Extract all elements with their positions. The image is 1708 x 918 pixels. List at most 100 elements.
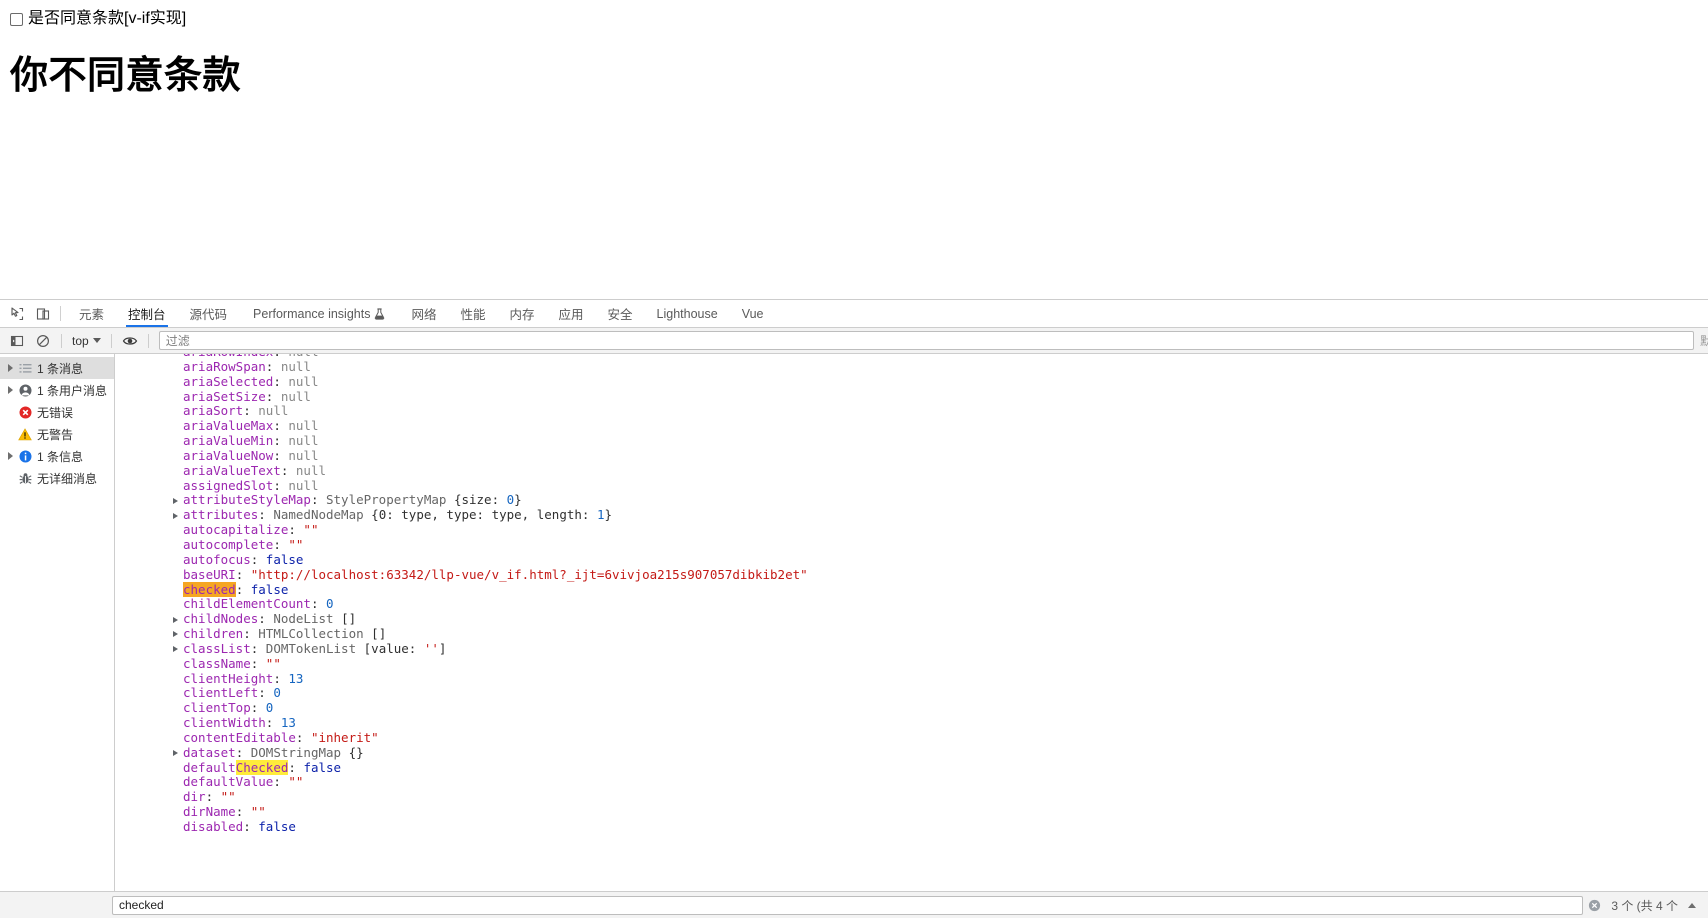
property-row[interactable]: classList: DOMTokenList [value: ''] (115, 640, 1708, 657)
property-row[interactable]: disabled: false (115, 819, 1708, 835)
expand-arrow-icon[interactable] (173, 627, 183, 642)
live-expression-eye-icon[interactable] (117, 329, 143, 353)
property-row[interactable]: childElementCount: 0 (115, 596, 1708, 612)
property-row[interactable]: className: "" (115, 656, 1708, 672)
console-scroller[interactable]: ariaRowIndex: nullariaRowSpan: nullariaS… (115, 354, 1708, 891)
expand-arrow-icon[interactable] (4, 386, 16, 394)
token: null (288, 433, 319, 449)
sidebar-item[interactable]: 1 条信息 (0, 445, 114, 467)
tab-源代码[interactable]: 源代码 (178, 300, 240, 327)
tab-performance-insights[interactable]: Performance insights (239, 300, 399, 327)
console-filter-toolbar: top 默 (0, 328, 1708, 354)
property-row[interactable]: attributeStyleMap: StylePropertyMap {siz… (115, 493, 1708, 508)
tab-label: 源代码 (189, 308, 228, 322)
token: : (273, 373, 289, 389)
tab-应用[interactable]: 应用 (547, 300, 596, 327)
property-text: attributes: NamedNodeMap {0: type, type:… (183, 507, 612, 523)
tab-网络[interactable]: 网络 (399, 300, 448, 327)
expand-arrow-icon[interactable] (173, 642, 183, 657)
property-row[interactable]: clientTop: 0 (115, 700, 1708, 716)
token: default (183, 759, 236, 775)
property-row[interactable]: childNodes: NodeList [] (115, 611, 1708, 627)
property-row[interactable]: ariaSetSize: null (115, 389, 1708, 405)
execution-context-selector[interactable]: top (67, 334, 106, 348)
devtools-panel: 元素 控制台 源代码 Performance insights 网络 性能 内存 应用 安全 Li… (0, 299, 1708, 918)
property-row[interactable]: contentEditable: "inherit" (115, 730, 1708, 746)
token: ] (438, 640, 447, 656)
sidebar-item[interactable]: 无详细消息 (0, 467, 114, 489)
token: children (183, 626, 244, 642)
property-row[interactable]: baseURI: "http://localhost:63342/llp-vue… (115, 566, 1708, 583)
sidebar-item[interactable]: 1 条用户消息 (0, 379, 114, 401)
expand-arrow-icon[interactable] (4, 452, 16, 460)
property-row[interactable]: autofocus: false (115, 552, 1708, 568)
expand-arrow-icon[interactable] (173, 493, 183, 508)
agree-terms-row[interactable]: 是否同意条款[v-if实现] (8, 8, 1700, 30)
close-icon[interactable] (1583, 899, 1605, 912)
property-row[interactable]: ariaSort: null (115, 403, 1708, 419)
log-levels-label[interactable]: 默 (1694, 332, 1708, 349)
arrow-spacer (173, 479, 183, 494)
clear-console-icon[interactable] (30, 329, 56, 353)
console-filter-input[interactable] (158, 331, 1694, 350)
token: 0 (326, 596, 334, 612)
property-row[interactable]: clientHeight: 13 (115, 671, 1708, 687)
chevron-up-icon[interactable] (1682, 902, 1702, 908)
console-log-pane[interactable]: ariaRowIndex: nullariaRowSpan: nullariaS… (115, 354, 1708, 891)
tab-元素[interactable]: 元素 (67, 300, 116, 327)
token: baseURI (183, 566, 236, 582)
tab-vue[interactable]: Vue (730, 300, 776, 327)
property-text: childElementCount: 0 (183, 596, 334, 612)
property-row[interactable]: ariaValueMin: null (115, 433, 1708, 449)
property-row[interactable]: ariaRowSpan: null (115, 359, 1708, 375)
tab-lighthouse[interactable]: Lighthouse (645, 300, 730, 327)
sidebar-item[interactable]: 无警告 (0, 423, 114, 445)
property-row[interactable]: clientLeft: 0 (115, 685, 1708, 701)
property-row[interactable]: dataset: DOMStringMap {} (115, 745, 1708, 761)
property-row[interactable]: children: HTMLCollection [] (115, 626, 1708, 642)
property-row[interactable]: ariaValueMax: null (115, 418, 1708, 434)
property-row[interactable]: ariaValueText: null (115, 463, 1708, 479)
tab-内存[interactable]: 内存 (498, 300, 547, 327)
tab-性能[interactable]: 性能 (448, 300, 497, 327)
filterbar-divider-1 (61, 333, 62, 348)
property-text: attributeStyleMap: StylePropertyMap {siz… (183, 493, 522, 508)
token: : (273, 774, 289, 790)
token: ariaSelected (183, 373, 274, 389)
token: null (258, 403, 289, 419)
console-sidebar-toggle-icon[interactable] (4, 329, 30, 353)
property-row[interactable]: autocomplete: "" (115, 537, 1708, 553)
property-row[interactable]: dir: "" (115, 789, 1708, 805)
console-search-input[interactable] (112, 895, 1584, 915)
agree-terms-checkbox[interactable] (10, 12, 23, 26)
arrow-spacer (173, 716, 183, 731)
token: : (243, 626, 259, 642)
property-row[interactable]: dirName: "" (115, 804, 1708, 820)
arrow-spacer (173, 464, 183, 479)
device-toolbar-icon[interactable] (30, 300, 56, 327)
expand-arrow-icon[interactable] (173, 746, 183, 761)
property-row[interactable]: ariaValueNow: null (115, 448, 1708, 464)
arrow-spacer (173, 568, 183, 583)
property-row[interactable]: ariaSelected: null (115, 373, 1708, 390)
tab-安全[interactable]: 安全 (596, 300, 645, 327)
property-row[interactable]: clientWidth: 13 (115, 715, 1708, 731)
property-row[interactable]: checked: false (115, 581, 1708, 598)
property-row[interactable]: defaultChecked: false (115, 759, 1708, 776)
expand-arrow-icon[interactable] (173, 612, 183, 627)
expand-arrow-icon[interactable] (4, 364, 16, 372)
sidebar-item[interactable]: 1 条消息 (0, 357, 114, 379)
property-text: clientHeight: 13 (183, 671, 303, 687)
tab-控制台[interactable]: 控制台 (116, 300, 178, 327)
property-text: ariaRowSpan: null (183, 359, 311, 375)
property-row[interactable]: autocapitalize: "" (115, 522, 1708, 538)
inspect-element-icon[interactable] (4, 300, 30, 327)
property-row[interactable]: assignedSlot: null (115, 478, 1708, 494)
property-row[interactable]: defaultValue: "" (115, 775, 1708, 790)
tab-label: Vue (741, 306, 764, 321)
console-body: 1 条消息1 条用户消息无错误无警告1 条信息无详细消息 ariaRowInde… (0, 354, 1708, 891)
token: : (235, 566, 251, 582)
expand-arrow-icon[interactable] (173, 508, 183, 523)
property-row[interactable]: attributes: NamedNodeMap {0: type, type:… (115, 507, 1708, 523)
sidebar-item[interactable]: 无错误 (0, 401, 114, 423)
